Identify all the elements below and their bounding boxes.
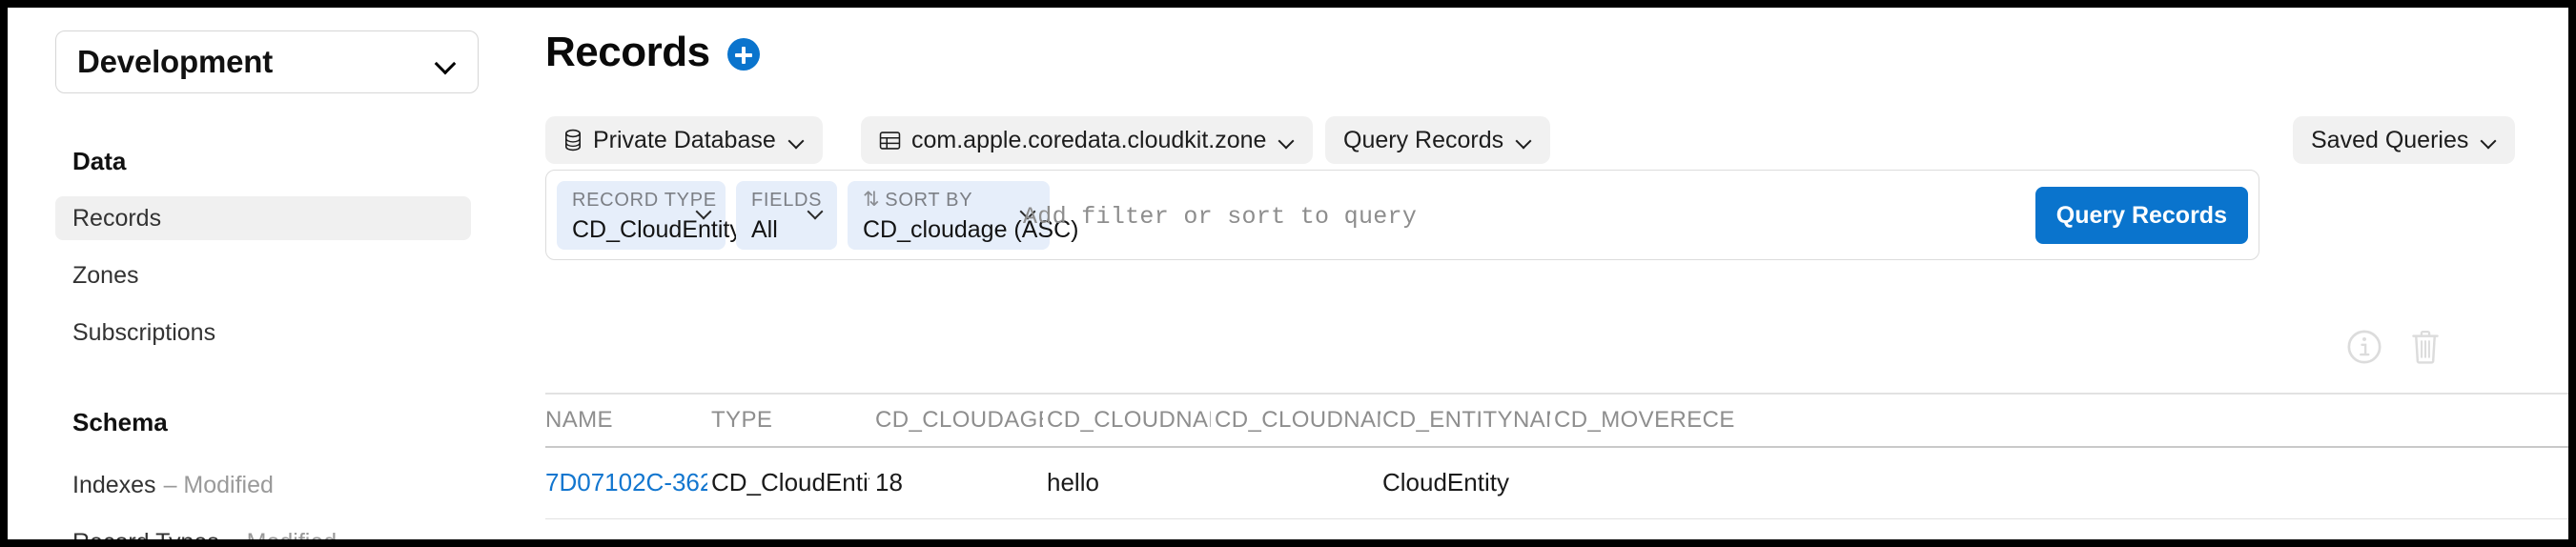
- column-header-name[interactable]: NAME: [545, 395, 707, 446]
- sort-by-label-text: SORT BY: [885, 190, 973, 211]
- query-mode-selector[interactable]: Query Records: [1325, 116, 1551, 164]
- cell-record-type: CD_CloudEntity: [711, 468, 869, 496]
- sidebar-item-label: Subscriptions: [72, 318, 216, 346]
- query-mode-label: Query Records: [1343, 126, 1504, 153]
- column-header-type[interactable]: TYPE: [711, 395, 869, 446]
- zone-selector[interactable]: com.apple.coredata.cloudkit.zone: [861, 116, 1314, 164]
- sort-by-field[interactable]: ⇅ SORT BY CD_cloudage (ASC): [848, 181, 1079, 250]
- cell-cd-cloudname: hello: [1047, 468, 1099, 496]
- sort-arrows-icon: ⇅: [863, 189, 881, 211]
- saved-queries-label: Saved Queries: [2311, 126, 2469, 153]
- cell-record-name[interactable]: 7D07102C-3620-4...: [545, 448, 707, 518]
- sidebar-item-indexes[interactable]: Indexes – Modified: [55, 463, 471, 507]
- app-window: Development Data Records Zones Subscript…: [8, 8, 2568, 539]
- column-header-cd-movereceipt[interactable]: CD_MOVERECEIPT: [1554, 395, 1735, 446]
- zone-label: com.apple.coredata.cloudkit.zone: [911, 126, 1267, 153]
- sidebar-section-schema: Schema: [72, 408, 168, 436]
- sidebar-item-subscriptions[interactable]: Subscriptions: [55, 311, 471, 355]
- chevron-down-icon: [436, 56, 457, 69]
- environment-label: Development: [77, 44, 274, 79]
- sidebar-item-label: Indexes: [72, 471, 156, 498]
- column-header-cd-cloudname-c[interactable]: CD_CLOUDNAME_C...: [1215, 395, 1380, 446]
- sidebar-item-label: Records: [72, 204, 162, 232]
- cell-cd-cloudname-c: [1215, 448, 1380, 518]
- column-header-cd-entityname[interactable]: CD_ENTITYNAME: [1382, 395, 1550, 446]
- sidebar-item-zones[interactable]: Zones: [55, 253, 471, 297]
- column-header-cd-cloudname[interactable]: CD_CLOUDNAME: [1047, 395, 1211, 446]
- trash-icon[interactable]: [2410, 328, 2441, 366]
- query-builder-bar: RECORD TYPE CD_CloudEntity FIELDS All ⇅ …: [545, 170, 2259, 260]
- sort-by-label: ⇅ SORT BY: [863, 190, 1036, 212]
- chevron-down-icon: [808, 206, 824, 215]
- record-type-field[interactable]: RECORD TYPE CD_CloudEntity: [557, 181, 742, 250]
- sort-by-value: CD_cloudage (ASC): [863, 216, 1079, 243]
- page-header: Records: [545, 29, 760, 76]
- cell-cd-entityname: CloudEntity: [1382, 468, 1509, 496]
- database-selector[interactable]: Private Database: [545, 116, 823, 164]
- fields-value: All: [751, 216, 778, 243]
- add-record-icon[interactable]: [726, 38, 760, 71]
- sidebar-item-records[interactable]: Records: [55, 196, 471, 240]
- cell-cd-cloudage: 18: [875, 468, 903, 496]
- database-icon: [565, 129, 581, 152]
- sidebar-item-modified-badge: – Modified: [227, 529, 337, 540]
- sidebar: Development Data Records Zones Subscript…: [8, 8, 530, 539]
- chevron-down-icon: [1516, 135, 1532, 145]
- main-content: Records Private Database com.apple.cored…: [530, 8, 2568, 539]
- chevron-down-icon: [1278, 135, 1295, 145]
- page-title: Records: [545, 29, 710, 75]
- record-type-label: RECORD TYPE: [572, 190, 717, 211]
- query-records-button-label: Query Records: [2055, 201, 2227, 229]
- sidebar-item-record-types[interactable]: Record Types – Modified: [55, 520, 471, 540]
- environment-selector[interactable]: Development: [55, 30, 479, 93]
- sidebar-item-modified-badge: – Modified: [163, 471, 274, 498]
- database-label: Private Database: [593, 126, 776, 153]
- chevron-down-icon: [696, 206, 712, 215]
- saved-queries-button[interactable]: Saved Queries: [2293, 116, 2516, 164]
- filter-input[interactable]: Add filter or sort to query: [1023, 203, 1417, 231]
- query-records-button[interactable]: Query Records: [2034, 187, 2248, 244]
- info-circle-icon[interactable]: [2346, 329, 2382, 365]
- table-row-rule: [545, 517, 2568, 519]
- fields-field[interactable]: FIELDS All: [736, 181, 837, 250]
- table-header-row: NAME TYPE CD_CLOUDAGE CD_CLOUDNAME CD_CL…: [545, 395, 2568, 446]
- chevron-down-icon: [2481, 135, 2497, 145]
- chevron-down-icon: [788, 135, 805, 145]
- table-row[interactable]: 7D07102C-3620-4... CD_CloudEntity 18 hel…: [545, 448, 2568, 518]
- cell-cd-movereceipt: [1554, 448, 1735, 518]
- sidebar-section-data: Data: [72, 147, 127, 175]
- records-table: NAME TYPE CD_CLOUDAGE CD_CLOUDNAME CD_CL…: [545, 393, 2568, 519]
- column-header-cd-cloudage[interactable]: CD_CLOUDAGE: [875, 395, 1043, 446]
- record-type-value: CD_CloudEntity: [572, 216, 742, 243]
- sidebar-item-label: Zones: [72, 261, 139, 289]
- zone-grid-icon: [879, 131, 901, 150]
- sidebar-item-label: Record Types: [72, 529, 219, 540]
